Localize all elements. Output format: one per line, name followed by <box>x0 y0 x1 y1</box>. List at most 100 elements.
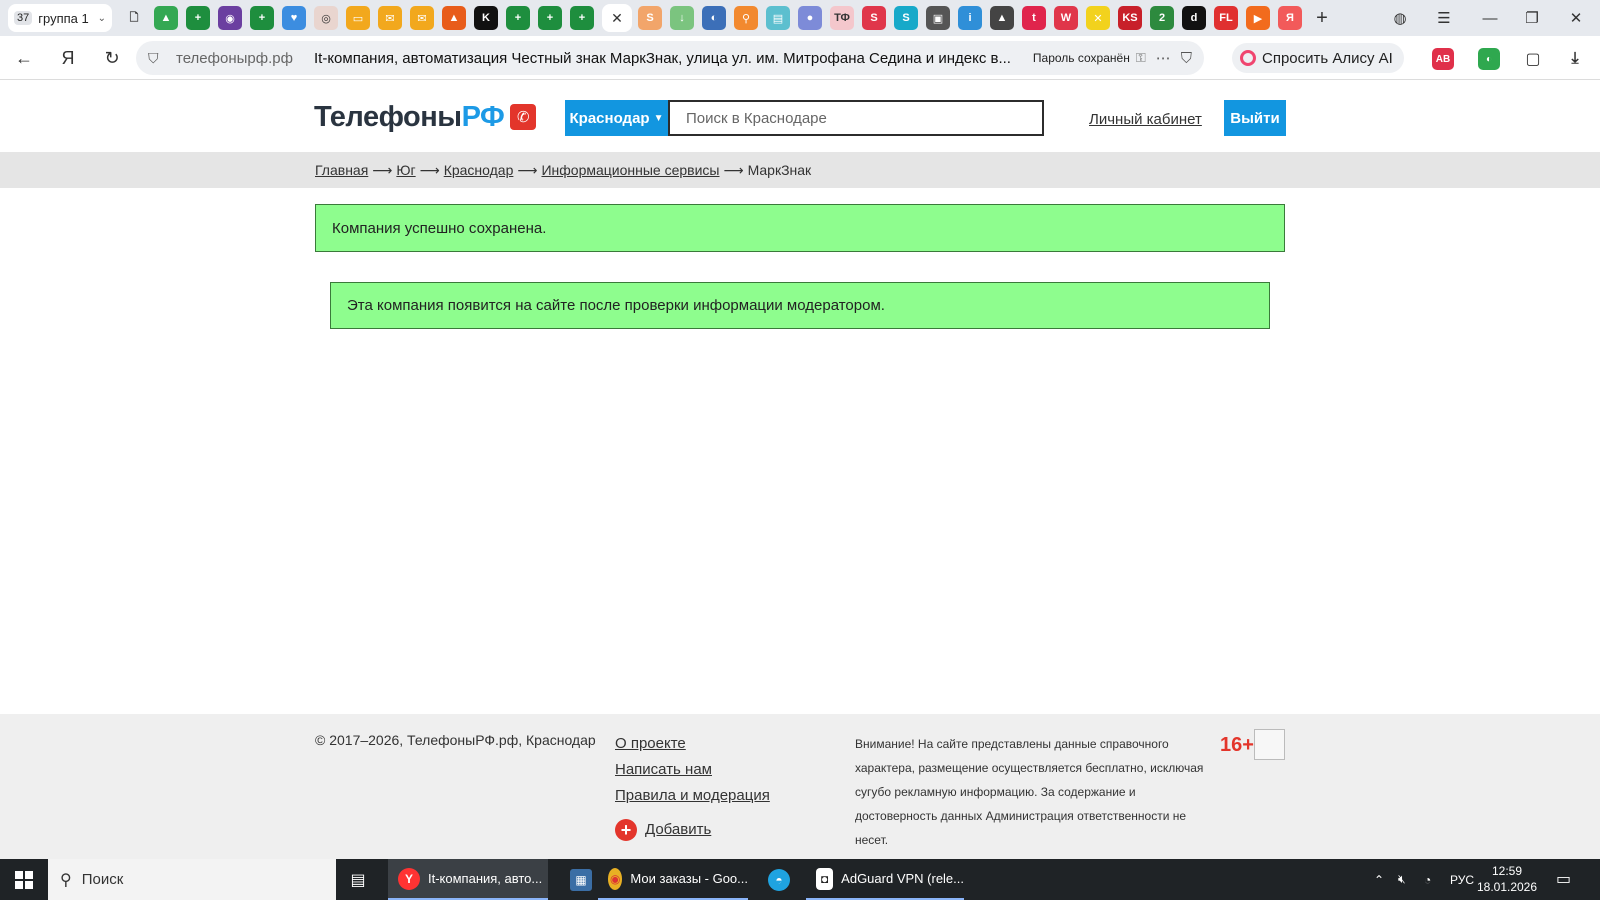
d-icon[interactable]: d <box>1182 6 1206 30</box>
close-window-icon[interactable]: ✕ <box>1564 6 1588 30</box>
play-icon[interactable]: ▶ <box>1246 6 1270 30</box>
globe-icon[interactable]: ◐ <box>702 6 726 30</box>
back-arrow-icon[interactable]: ← <box>12 46 36 70</box>
s-red-icon[interactable]: S <box>862 6 886 30</box>
breadcrumb-city[interactable]: Краснодар <box>444 162 514 178</box>
mail-icon[interactable]: ✉ <box>410 6 434 30</box>
password-saved-label[interactable]: Пароль сохранён <box>1033 51 1130 65</box>
doc-icon[interactable]: 🗋 <box>122 6 146 30</box>
tab-group-count: 37 <box>14 11 33 25</box>
bookmark-icon[interactable]: ⛉ <box>1181 50 1192 67</box>
new-tab-icon[interactable]: + <box>1310 6 1334 30</box>
site-logo[interactable]: Телефоны РФ ✆ <box>314 99 537 135</box>
url-domain: телефонырф.рф <box>176 49 293 67</box>
alice-icon <box>1240 50 1256 66</box>
heart-icon[interactable]: ♥ <box>282 6 306 30</box>
logo-text: Телефоны <box>314 100 462 133</box>
restore-icon[interactable]: ❐ <box>1520 6 1544 30</box>
bank-icon[interactable]: ▲ <box>990 6 1014 30</box>
start-button[interactable] <box>0 859 48 900</box>
taskbar-app-label: It-компания, авто... <box>428 871 543 886</box>
clock[interactable]: 12:59 18.01.2026 <box>1472 863 1542 895</box>
ks-icon[interactable]: KS <box>1118 6 1142 30</box>
network-icon[interactable]: ◔ <box>1424 859 1431 900</box>
sheets-icon[interactable]: + <box>186 6 210 30</box>
sheets-icon[interactable]: + <box>538 6 562 30</box>
sheets-icon[interactable]: + <box>570 6 594 30</box>
reload-icon[interactable]: ↻ <box>100 46 124 70</box>
url-field[interactable]: ⛉ телефонырф.рф It-компания, автоматизац… <box>136 41 1204 75</box>
contact-link[interactable]: Написать нам <box>615 757 770 783</box>
taskbar-app-browser[interactable]: Y It-компания, авто... <box>388 859 548 900</box>
profile-icon[interactable]: ◍ <box>1388 6 1412 30</box>
breadcrumb-separator: ⟶ <box>372 162 393 178</box>
sheets-icon[interactable]: + <box>506 6 530 30</box>
windows-logo-icon <box>15 870 33 889</box>
add-company-button[interactable]: + Добавить <box>615 817 770 843</box>
downloads-icon[interactable]: ⤓ <box>1564 48 1586 70</box>
address-bar-row: ← Я ↻ ⛉ телефонырф.рф It-компания, автом… <box>0 36 1600 80</box>
ask-alice-button[interactable]: Спросить Алису AI <box>1232 43 1404 73</box>
site-info-icon[interactable]: ⛉ <box>148 50 166 67</box>
adblock-extension-icon[interactable]: AB <box>1432 48 1454 70</box>
t-icon[interactable]: t <box>1022 6 1046 30</box>
taskbar-search[interactable]: ⚲ Поиск <box>48 859 336 900</box>
drive-icon[interactable]: ▲ <box>154 6 178 30</box>
taskbar-search-placeholder: Поиск <box>81 871 124 888</box>
menu-icon[interactable]: ☰ <box>1432 6 1456 30</box>
breadcrumb-region[interactable]: Юг <box>396 162 415 178</box>
key-icon[interactable]: ⚿ <box>1136 50 1146 66</box>
info-icon[interactable]: i <box>958 6 982 30</box>
wallet-icon[interactable]: ▣ <box>926 6 950 30</box>
s-icon[interactable]: S <box>638 6 662 30</box>
language-indicator[interactable]: РУС <box>1450 859 1474 900</box>
sheets-icon[interactable]: + <box>250 6 274 30</box>
calculator-icon: ▦ <box>570 868 592 891</box>
chat-icon[interactable]: ▭ <box>346 6 370 30</box>
breadcrumb-home[interactable]: Главная <box>315 162 368 178</box>
circle-icon[interactable]: ◎ <box>314 6 338 30</box>
pin-icon[interactable]: ● <box>798 6 822 30</box>
tab-group-button[interactable]: 37 группа 1 ⌄ <box>8 4 112 32</box>
city-select-button[interactable]: Краснодар ▼ <box>565 100 668 136</box>
taskbar-app-chrome[interactable]: ◉ Мои заказы - Goo... <box>598 859 748 900</box>
url-page-title: It-компания, автоматизация Честный знак … <box>314 49 1011 67</box>
taskbar-app-label: AdGuard VPN (rele... <box>841 871 964 886</box>
active-tab-close-icon[interactable]: ✕ <box>602 4 632 32</box>
search-orange-icon[interactable]: ⚲ <box>734 6 758 30</box>
yandex-home-icon[interactable]: Я <box>56 46 80 70</box>
collections-icon[interactable]: ▢ <box>1522 48 1544 70</box>
search-input[interactable] <box>668 100 1044 136</box>
fl-icon[interactable]: FL <box>1214 6 1238 30</box>
task-view-icon[interactable]: ▤ <box>346 868 370 892</box>
age-rating: 16+ <box>1220 734 1254 756</box>
s-cyan-icon[interactable]: S <box>894 6 918 30</box>
notifications-icon[interactable]: ▭ <box>1556 869 1571 889</box>
logout-button[interactable]: Выйти <box>1224 100 1286 136</box>
taskbar-app-adguard[interactable]: ◘ AdGuard VPN (rele... <box>806 859 964 900</box>
flame-icon[interactable]: ▲ <box>442 6 466 30</box>
minimize-icon[interactable]: — <box>1478 6 1502 30</box>
chrome-icon: ◉ <box>608 867 623 890</box>
breadcrumb-category[interactable]: Информационные сервисы <box>541 162 719 178</box>
more-icon[interactable]: ⋯ <box>1156 49 1171 67</box>
personal-account-link[interactable]: Личный кабинет <box>1089 111 1202 128</box>
briefcase-icon[interactable]: ▤ <box>766 6 790 30</box>
tf-icon[interactable]: ТФ <box>830 6 854 30</box>
about-link[interactable]: О проекте <box>615 731 770 757</box>
arrow-down-icon[interactable]: ↓ <box>670 6 694 30</box>
k-icon[interactable]: K <box>474 6 498 30</box>
volume-muted-icon[interactable]: 🔇︎ <box>1398 859 1406 900</box>
success-alert: Компания успешно сохранена. <box>315 204 1285 252</box>
mail-icon[interactable]: ✉ <box>378 6 402 30</box>
extension-icon[interactable]: ◐ <box>1478 48 1500 70</box>
x-yellow-icon[interactable]: ✕ <box>1086 6 1110 30</box>
yandex-icon[interactable]: Я <box>1278 6 1302 30</box>
rules-link[interactable]: Правила и модерация <box>615 783 770 809</box>
tor-icon[interactable]: ◉ <box>218 6 242 30</box>
counter-image <box>1254 729 1285 760</box>
taskbar-app-edge[interactable]: ◓ <box>758 859 802 900</box>
show-hidden-icons[interactable]: ⌃ <box>1374 859 1384 900</box>
w-icon[interactable]: W <box>1054 6 1078 30</box>
two-icon[interactable]: 2 <box>1150 6 1174 30</box>
